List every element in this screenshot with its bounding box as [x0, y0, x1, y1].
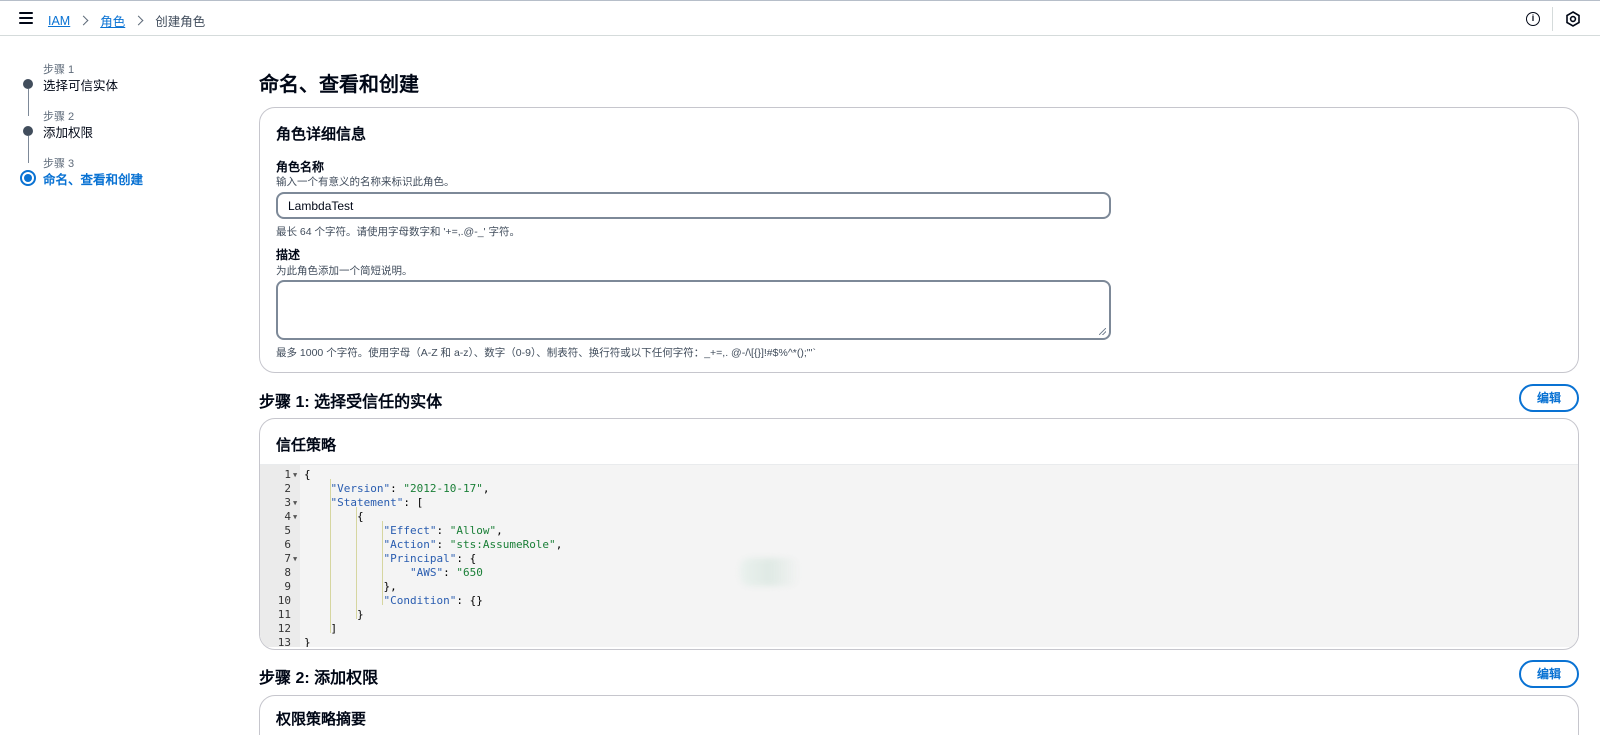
- description-help: 为此角色添加一个简短说明。: [276, 265, 413, 277]
- role-name-description: 输入一个有意义的名称来标识此角色。: [276, 176, 455, 188]
- role-name-constraint: 最长 64 个字符。请使用字母数字和 '+=,.@-_' 字符。: [276, 226, 520, 238]
- line-number: 1: [284, 468, 291, 481]
- code-line: 3 ▼ "Statement": [: [260, 496, 1578, 510]
- code-line: 9 },: [260, 580, 1578, 594]
- wizard-step-1: 步骤 1 选择可信实体: [20, 58, 220, 116]
- line-number: 11: [277, 608, 291, 621]
- fold-arrow-icon[interactable]: ▼: [293, 510, 297, 524]
- line-number: 12: [277, 622, 291, 635]
- line-number: 13: [277, 636, 291, 647]
- trust-policy-card: 信任策略 1 ▼{2 "Version": "2012-10-17", 3 ▼ "St…: [259, 418, 1579, 650]
- role-details-card: 角色详细信息 角色名称 输入一个有意义的名称来标识此角色。 最长 64 个字符。…: [259, 107, 1579, 373]
- code-text: "Version": "2012-10-17",: [330, 482, 490, 495]
- card-title: 信任策略: [276, 437, 337, 454]
- code-text: "Statement": [: [330, 496, 424, 509]
- chevron-right-icon: [78, 15, 89, 26]
- toolbar-divider: [1552, 7, 1553, 31]
- role-name-input[interactable]: [276, 192, 1111, 219]
- code-text: ]: [304, 622, 338, 635]
- code-text: }: [304, 636, 311, 647]
- code-text: }: [304, 608, 364, 621]
- role-name-label: 角色名称: [276, 160, 325, 174]
- line-number: 2: [284, 482, 291, 495]
- breadcrumb-roles[interactable]: 角色: [100, 11, 125, 30]
- page-title: 命名、查看和创建: [259, 74, 419, 96]
- resize-handle-icon[interactable]: [1099, 328, 1106, 335]
- code-line: 2 "Version": "2012-10-17",: [260, 482, 1578, 496]
- code-line: 4 ▼ {: [260, 510, 1578, 524]
- line-number: 6: [284, 538, 291, 551]
- fold-arrow-icon[interactable]: ▼: [293, 552, 297, 566]
- permissions-summary-card: 权限策略摘要: [259, 695, 1579, 735]
- code-text: "AWS": "650: [409, 566, 483, 579]
- code-line: 10 "Condition": {}: [260, 594, 1578, 608]
- code-text: "Condition": {}: [383, 594, 483, 607]
- step1-edit-button[interactable]: 编辑: [1519, 384, 1579, 412]
- code-line: 1 ▼ {: [260, 468, 1578, 482]
- description-constraint: 最多 1000 个字符。使用字母（A-Z 和 a-z）、数字（0-9）、制表符、…: [276, 347, 816, 359]
- line-number: 7: [284, 552, 291, 565]
- line-number: 8: [284, 566, 291, 579]
- step-label[interactable]: 添加权限: [43, 122, 93, 141]
- chevron-right-icon: [133, 15, 144, 26]
- code-text: },: [304, 580, 397, 593]
- fold-arrow-icon[interactable]: ▼: [293, 496, 297, 510]
- card-title: 角色详细信息: [276, 126, 367, 143]
- breadcrumb-current: 创建角色: [155, 15, 206, 29]
- line-number: 5: [284, 524, 291, 537]
- card-title: 权限策略摘要: [276, 711, 367, 728]
- trust-policy-code-editor[interactable]: 1 ▼{2 "Version": "2012-10-17", 3 ▼ "Stateme…: [260, 464, 1578, 647]
- line-number: 4: [284, 510, 291, 523]
- fold-arrow-icon[interactable]: ▼: [293, 468, 297, 482]
- step2-heading: 步骤 2: 添加权限: [259, 670, 379, 687]
- line-number: 9: [284, 580, 291, 593]
- step1-heading: 步骤 1: 选择受信任的实体: [259, 394, 443, 411]
- code-text: {: [304, 510, 364, 523]
- settings-icon[interactable]: [1565, 11, 1581, 27]
- breadcrumb: IAM 角色 创建角色: [48, 11, 205, 30]
- description-textarea[interactable]: [276, 280, 1111, 340]
- code-line: 12 ]: [260, 622, 1578, 636]
- code-text: "Action": "sts:AssumeRole",: [383, 538, 563, 551]
- code-line: 13}: [260, 636, 1578, 647]
- info-icon[interactable]: i: [1526, 12, 1540, 26]
- step2-edit-button[interactable]: 编辑: [1519, 660, 1579, 688]
- step-dot-icon: [23, 79, 33, 89]
- top-navigation: IAM 角色 创建角色 i: [0, 0, 1600, 36]
- hamburger-icon[interactable]: [19, 12, 33, 24]
- wizard-steps: 步骤 1 选择可信实体 步骤 2 添加权限 步骤 3 命名、查看和创建: [20, 58, 220, 199]
- step-current-icon: [20, 170, 36, 186]
- description-label: 描述: [276, 248, 301, 262]
- code-text: {: [304, 468, 311, 481]
- step-label[interactable]: 选择可信实体: [43, 75, 118, 94]
- code-line: 8 "AWS": "650: [260, 566, 1578, 580]
- line-number: 3: [284, 496, 291, 509]
- code-text: "Principal": {: [383, 552, 477, 565]
- wizard-step-2: 步骤 2 添加权限: [20, 105, 220, 163]
- redacted-account-id: [740, 558, 800, 586]
- wizard-step-3: 步骤 3 命名、查看和创建: [20, 152, 220, 199]
- code-text: "Effect": "Allow",: [383, 524, 503, 537]
- line-number: 10: [277, 594, 291, 607]
- step-label: 命名、查看和创建: [43, 173, 144, 187]
- breadcrumb-iam[interactable]: IAM: [48, 14, 70, 28]
- code-line: 5 "Effect": "Allow",: [260, 524, 1578, 538]
- code-line: 6 "Action": "sts:AssumeRole",: [260, 538, 1578, 552]
- step-dot-icon: [23, 126, 33, 136]
- code-line: 11 }: [260, 608, 1578, 622]
- code-line: 7 ▼ "Principal": {: [260, 552, 1578, 566]
